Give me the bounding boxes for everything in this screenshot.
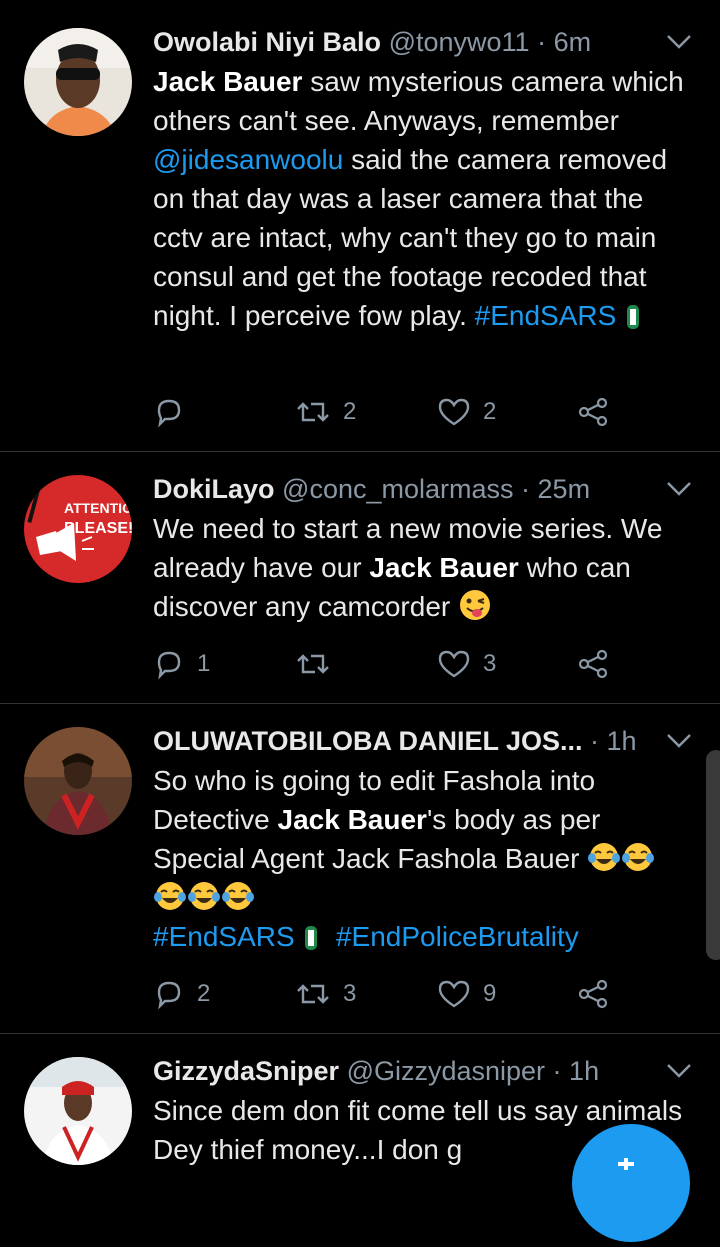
retweet-count: 3 bbox=[343, 980, 357, 1007]
display-name[interactable]: Owolabi Niyi Balo bbox=[153, 27, 381, 57]
like-button[interactable]: 2 bbox=[437, 392, 496, 432]
timestamp[interactable]: 1h bbox=[607, 726, 637, 756]
chevron-down-icon[interactable] bbox=[664, 477, 694, 501]
tweet-header: Owolabi Niyi Balo @tonywo11 · 6m bbox=[153, 22, 591, 62]
reply-button[interactable]: 1 bbox=[153, 644, 210, 684]
tweet[interactable]: ATTENTIO PLEASE! DokiLayo @conc_molarmas… bbox=[0, 469, 720, 701]
like-count: 2 bbox=[483, 398, 497, 425]
separator: · bbox=[545, 1056, 570, 1086]
divider bbox=[0, 1033, 720, 1034]
highlight: Jack Bauer bbox=[277, 804, 427, 835]
tweet-header: DokiLayo @conc_molarmass · 25m bbox=[153, 469, 590, 509]
retweet-button[interactable]: 2 bbox=[295, 392, 356, 432]
separator: · bbox=[529, 27, 554, 57]
retweet-icon bbox=[297, 984, 329, 1004]
compose-button[interactable] bbox=[572, 1124, 690, 1242]
timestamp[interactable]: 6m bbox=[554, 27, 592, 57]
reply-button[interactable] bbox=[153, 392, 197, 432]
chevron-down-icon[interactable] bbox=[664, 30, 694, 54]
highlight: Jack Bauer bbox=[153, 66, 303, 97]
compose-icon bbox=[618, 1158, 634, 1170]
display-name[interactable]: OLUWATOBILOBA DANIEL JOS... bbox=[153, 726, 583, 756]
user-handle[interactable]: @conc_molarmass bbox=[282, 474, 513, 504]
chevron-down-icon[interactable] bbox=[664, 729, 694, 753]
separator: · bbox=[582, 726, 607, 756]
like-button[interactable]: 3 bbox=[437, 644, 496, 684]
hashtag-link[interactable]: #EndPoliceBrutality bbox=[336, 921, 579, 952]
tears-of-joy-emoji bbox=[154, 882, 186, 910]
reply-count: 1 bbox=[197, 650, 211, 677]
avatar[interactable] bbox=[24, 28, 132, 136]
divider bbox=[0, 451, 720, 452]
share-icon bbox=[578, 397, 608, 427]
avatar-text: ATTENTIO bbox=[64, 500, 132, 516]
user-handle[interactable]: @tonywo11 bbox=[389, 27, 530, 57]
user-handle[interactable]: @Gizzydasniper bbox=[347, 1056, 545, 1086]
like-icon bbox=[438, 650, 470, 678]
tweet-text: So who is going to edit Fashola into Det… bbox=[153, 761, 698, 956]
share-button[interactable] bbox=[577, 974, 611, 1014]
scrollbar[interactable] bbox=[706, 750, 720, 960]
retweet-button[interactable] bbox=[295, 644, 343, 684]
tears-of-joy-emoji bbox=[588, 843, 621, 871]
hashtag-link[interactable]: #EndSARS bbox=[475, 300, 617, 331]
retweet-icon bbox=[297, 654, 329, 674]
retweet-count: 2 bbox=[343, 398, 357, 425]
tears-of-joy-emoji bbox=[222, 882, 254, 910]
avatar[interactable]: ATTENTIO PLEASE! bbox=[24, 475, 132, 583]
share-icon bbox=[578, 649, 608, 679]
chevron-down-icon[interactable] bbox=[664, 1059, 694, 1083]
tweet-header: GizzydaSniper @Gizzydasniper · 1h bbox=[153, 1051, 599, 1091]
avatar[interactable] bbox=[24, 727, 132, 835]
tweet-actions: 2 2 bbox=[153, 392, 673, 432]
reply-icon bbox=[157, 399, 181, 428]
share-button[interactable] bbox=[577, 644, 611, 684]
tears-of-joy-emoji bbox=[188, 882, 220, 910]
reply-icon bbox=[157, 651, 181, 680]
tweet-text: Jack Bauer saw mysterious camera which o… bbox=[153, 62, 698, 335]
share-button[interactable] bbox=[577, 392, 611, 432]
like-button[interactable]: 9 bbox=[437, 974, 496, 1014]
like-icon bbox=[438, 980, 470, 1008]
like-count: 9 bbox=[483, 980, 497, 1007]
tears-of-joy-emoji bbox=[622, 843, 655, 871]
like-count: 3 bbox=[483, 650, 497, 677]
flag-emoji bbox=[627, 305, 640, 329]
tweet[interactable]: Owolabi Niyi Balo @tonywo11 · 6m Jack Ba… bbox=[0, 22, 720, 450]
share-icon bbox=[578, 979, 608, 1009]
retweet-button[interactable]: 3 bbox=[295, 974, 356, 1014]
like-icon bbox=[438, 398, 470, 426]
reply-icon bbox=[157, 981, 181, 1010]
timestamp[interactable]: 1h bbox=[569, 1056, 599, 1086]
retweet-icon bbox=[297, 402, 329, 422]
tweet-actions: 2 3 9 bbox=[153, 974, 673, 1014]
reply-count: 2 bbox=[197, 980, 211, 1007]
tweet-text: We need to start a new movie series. We … bbox=[153, 509, 698, 626]
tweet[interactable]: OLUWATOBILOBA DANIEL JOS... · 1h So who … bbox=[0, 721, 720, 1031]
display-name[interactable]: DokiLayo bbox=[153, 474, 275, 504]
divider bbox=[0, 703, 720, 704]
hashtag-link[interactable]: #EndSARS bbox=[153, 921, 295, 952]
reply-button[interactable]: 2 bbox=[153, 974, 210, 1014]
flag-emoji bbox=[305, 926, 318, 950]
separator: · bbox=[513, 474, 538, 504]
display-name[interactable]: GizzydaSniper bbox=[153, 1056, 339, 1086]
avatar[interactable] bbox=[24, 1057, 132, 1165]
timestamp[interactable]: 25m bbox=[538, 474, 591, 504]
mention-link[interactable]: @jidesanwoolu bbox=[153, 144, 343, 175]
tongue-wink-emoji bbox=[460, 590, 491, 620]
tweet-actions: 1 3 bbox=[153, 644, 673, 684]
tweet-header: OLUWATOBILOBA DANIEL JOS... · 1h bbox=[153, 721, 637, 761]
highlight: Jack Bauer bbox=[369, 552, 519, 583]
